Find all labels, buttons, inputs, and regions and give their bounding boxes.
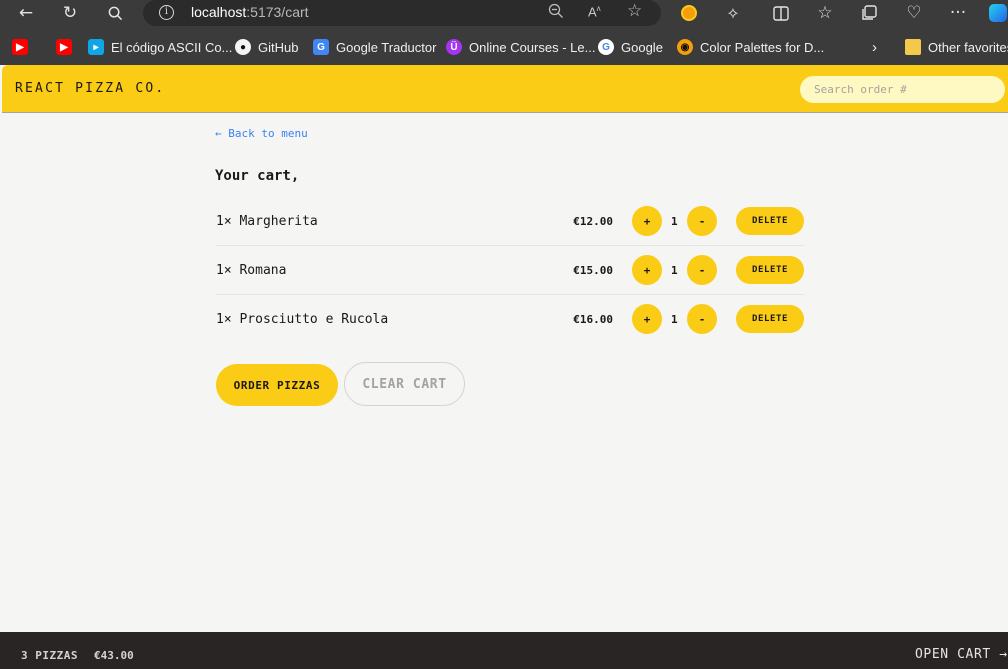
decrease-quantity-button[interactable]: - [687,206,717,236]
read-aloud-icon[interactable]: Aʌ [588,4,601,19]
item-quantity: 1 [671,313,678,326]
increase-quantity-button[interactable]: + [632,206,662,236]
collections-icon[interactable] [858,0,880,26]
bookmark-label: Google Traductor [336,39,437,55]
extension-avatar-icon[interactable] [680,0,698,26]
bookmark-color-palettes[interactable]: ◉ Color Palettes for D... [677,36,824,58]
bookmark-github[interactable]: ● GitHub [235,36,298,58]
chevron-right-icon[interactable]: › [872,36,877,58]
bookmark-google[interactable]: G Google [598,36,663,58]
site-info-icon[interactable]: i [159,5,174,20]
youtube-icon: ▶ [12,39,28,55]
bookmark-label: Online Courses - Le... [469,39,596,55]
extensions-icon[interactable]: ✧ [722,0,744,26]
decrease-quantity-button[interactable]: - [687,304,717,334]
split-screen-icon[interactable] [770,0,792,26]
cart-title: Your cart, [215,168,300,184]
bookmark-other-favorites[interactable]: Other favorites [905,36,1008,58]
github-icon: ● [235,39,251,55]
favorites-icon[interactable]: ☆ [814,0,836,26]
item-quantity: 1 [671,264,678,277]
item-price: €15.00 [573,264,613,277]
cart-total: €43.00 [94,649,134,662]
zoom-out-icon[interactable] [548,3,564,23]
url-text: localhost:5173/cart [191,4,309,20]
youtube-icon: ▶ [56,39,72,55]
browser-chrome: ← ↻ i localhost:5173/cart Aʌ ☆ ✧ ☆ ♡ ··· [0,0,1008,65]
translate-icon: G [313,39,329,55]
address-bar[interactable]: i localhost:5173/cart Aʌ ☆ [143,0,661,26]
cart-item: 1× Margherita €12.00 + 1 - DELETE [216,197,804,246]
back-arrow-icon[interactable]: ← [14,0,38,26]
item-price: €16.00 [573,313,613,326]
favorite-star-icon[interactable]: ☆ [627,1,642,21]
item-name: 1× Margherita [216,214,318,229]
bookmarks-bar: ▶ ▶ ▸ El código ASCII Co... ● GitHub G G… [0,34,1008,60]
copilot-icon[interactable] [988,0,1008,26]
search-order-input[interactable] [800,76,1005,103]
increase-quantity-button[interactable]: + [632,255,662,285]
bookmark-label: Other favorites [928,39,1008,55]
cart-item: 1× Romana €15.00 + 1 - DELETE [216,246,804,295]
item-name: 1× Romana [216,263,287,278]
browser-toolbar: ← ↻ i localhost:5173/cart Aʌ ☆ ✧ ☆ ♡ ··· [0,0,1008,30]
decrease-quantity-button[interactable]: - [687,255,717,285]
browser-essentials-icon[interactable]: ♡ [903,0,925,26]
delete-item-button[interactable]: DELETE [736,305,804,333]
bookmark-label: El código ASCII Co... [111,39,233,55]
cart-list: 1× Margherita €12.00 + 1 - DELETE 1× Rom… [216,197,804,344]
cart-page: ← Back to menu Your cart, 1× Margherita … [0,114,1008,632]
item-price: €12.00 [573,215,613,228]
more-menu-icon[interactable]: ··· [947,0,969,26]
app-logo[interactable]: REACT PIZZA CO. [15,81,165,96]
app-header: REACT PIZZA CO. [2,65,1008,113]
item-name: 1× Prosciutto e Rucola [216,312,389,327]
bookmark-label: Color Palettes for D... [700,39,825,55]
google-icon: G [598,39,614,55]
folder-icon [905,39,921,55]
order-pizzas-button[interactable]: ORDER PIZZAS [216,364,338,406]
delete-item-button[interactable]: DELETE [736,207,804,235]
bookmark-udemy[interactable]: Ü Online Courses - Le... [446,36,595,58]
bookmark-youtube-1[interactable]: ▶ [12,36,28,58]
reload-icon[interactable]: ↻ [58,0,82,26]
increase-quantity-button[interactable]: + [632,304,662,334]
bookmark-label: GitHub [258,39,299,55]
item-quantity: 1 [671,215,678,228]
bookmark-label: Google [621,39,663,55]
udemy-icon: Ü [446,39,462,55]
pizza-count: 3 PIZZAS [21,649,78,662]
cart-item: 1× Prosciutto e Rucola €16.00 + 1 - DELE… [216,295,804,344]
ascii-icon: ▸ [88,39,104,55]
bookmark-youtube-2[interactable]: ▶ [56,36,72,58]
open-cart-link[interactable]: OPEN CART → [915,647,1008,662]
delete-item-button[interactable]: DELETE [736,256,804,284]
bookmark-google-translate[interactable]: G Google Traductor [313,36,436,58]
clear-cart-button[interactable]: CLEAR CART [344,362,465,406]
bookmark-ascii[interactable]: ▸ El código ASCII Co... [88,36,232,58]
search-icon[interactable] [104,0,126,26]
back-to-menu-link[interactable]: ← Back to menu [215,127,308,140]
cart-overview-footer: 3 PIZZAS €43.00 OPEN CART → [0,632,1008,669]
palette-icon: ◉ [677,39,693,55]
